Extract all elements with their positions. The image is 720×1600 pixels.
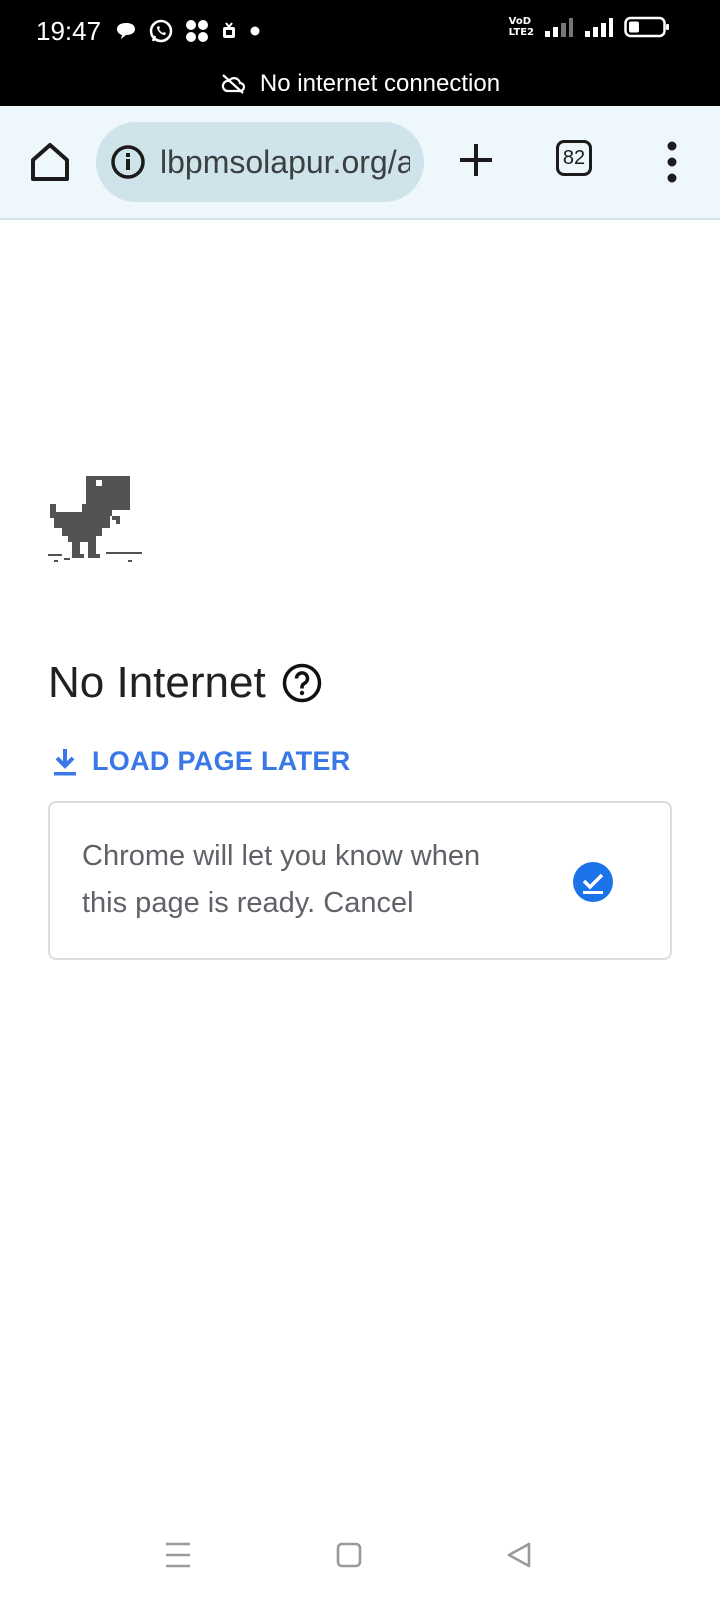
- load-page-later-label: LOAD PAGE LATER: [92, 746, 351, 776]
- browser-toolbar: lbpmsolapur.org/a 82: [0, 106, 720, 220]
- status-time: 19:47: [36, 16, 102, 46]
- help-icon[interactable]: [282, 663, 322, 703]
- url-bar[interactable]: lbpmsolapur.org/a: [96, 122, 424, 202]
- volte-icon: VoD LTE2: [508, 16, 534, 38]
- page-title: No Internet: [48, 658, 322, 708]
- recents-menu-icon[interactable]: [164, 1542, 192, 1568]
- system-icons: VoD LTE2: [509, 16, 670, 38]
- auto-fetch-message: Chrome will let you know when this page …: [82, 840, 481, 919]
- status-bar: 19:47 VoD LTE2: [0, 0, 720, 62]
- chat-bubble-icon: [117, 23, 135, 39]
- load-page-later-button[interactable]: LOAD PAGE LATER: [52, 746, 351, 777]
- signal-weak-icon: [545, 18, 573, 37]
- dino-icon[interactable]: [46, 474, 142, 568]
- battery-icon: [624, 16, 669, 38]
- info-icon[interactable]: [110, 144, 146, 180]
- notification-icons: [114, 18, 262, 44]
- more-vert-icon[interactable]: [660, 136, 684, 188]
- nav-back-icon[interactable]: [506, 1542, 532, 1568]
- url-text[interactable]: lbpmsolapur.org/a: [160, 144, 410, 181]
- check-circle-icon: [573, 862, 613, 902]
- download-icon: [54, 748, 76, 775]
- nav-home-icon[interactable]: [336, 1542, 362, 1568]
- auto-fetch-card: Chrome will let you know when this page …: [48, 801, 672, 960]
- offline-banner-text: No internet connection: [259, 70, 501, 97]
- plus-icon[interactable]: [456, 140, 496, 180]
- system-nav-bar: [0, 1520, 720, 1590]
- offline-banner: No internet connection: [0, 62, 720, 106]
- home-icon[interactable]: [26, 138, 74, 186]
- pinwheel-icon: [186, 20, 208, 42]
- page-title-text: No Internet: [48, 658, 266, 707]
- dot-icon: [250, 26, 260, 36]
- signal-strong-icon: [585, 18, 613, 37]
- tab-count: 82: [562, 146, 586, 169]
- whatsapp-icon: [149, 19, 173, 43]
- cloud-off-icon: [221, 74, 246, 94]
- tab-switcher-button[interactable]: 82: [556, 140, 592, 176]
- recorder-icon: [223, 22, 235, 38]
